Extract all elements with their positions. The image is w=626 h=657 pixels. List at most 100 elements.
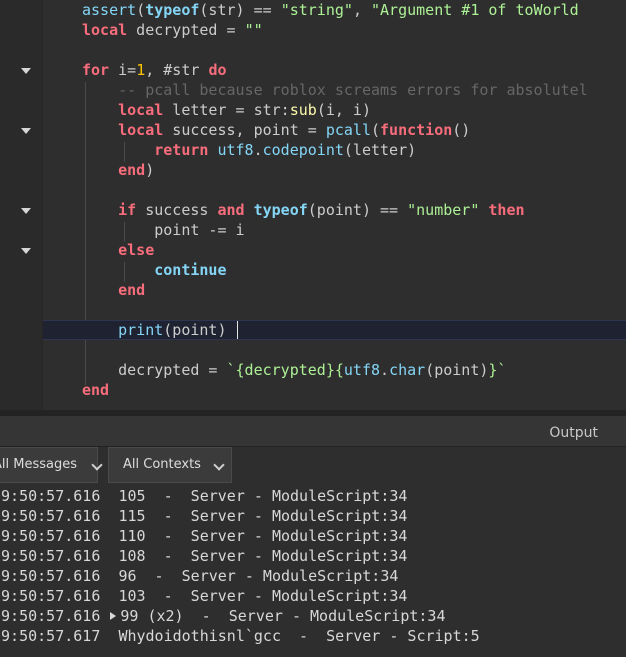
code-token: end — [82, 381, 110, 399]
code-token: typeof — [253, 201, 308, 219]
code-token: do — [208, 61, 227, 79]
log-timestamp: 09:50:57.616 — [0, 587, 101, 605]
output-log-entry[interactable]: 09:50:57.616 96 - Server - ModuleScript:… — [0, 566, 398, 586]
code-token: pcall — [325, 121, 371, 139]
code-line[interactable]: for i=1, #str do — [82, 60, 227, 80]
code-token: success, point = — [163, 121, 326, 139]
log-message: 110 - Server - ModuleScript:34 — [118, 527, 408, 545]
expand-triangle-right-icon[interactable] — [110, 612, 117, 620]
code-token: (letter) — [343, 141, 417, 159]
script-editor[interactable]: assert(typeof(str) == "string", "Argumen… — [0, 0, 626, 410]
log-timestamp: 09:50:57.616 — [0, 607, 101, 625]
code-token: utf8 — [343, 361, 381, 379]
output-log-entry[interactable]: 09:50:57.616 99 (x2) - Server - ModuleScr… — [0, 606, 445, 626]
code-token: decrypted = — [82, 361, 227, 379]
code-token: ( — [136, 1, 146, 19]
code-token: , — [352, 1, 371, 19]
output-log-entry[interactable]: 09:50:57.616 115 - Server - ModuleScript… — [0, 506, 407, 526]
code-line[interactable]: local letter = str:sub(i, i) — [82, 100, 371, 120]
code-token: if — [118, 201, 137, 219]
code-line[interactable]: continue — [82, 260, 227, 280]
code-token: assert — [82, 1, 137, 19]
text-cursor — [237, 321, 238, 339]
output-log-entry[interactable]: 09:50:57.617 Whydoidothisnl`gcc - Server… — [0, 626, 480, 646]
log-timestamp: 09:50:57.616 — [0, 547, 101, 565]
code-token: end — [118, 281, 146, 299]
code-line[interactable]: decrypted = `{decrypted}{utf8.char(point… — [82, 360, 506, 380]
contexts-filter-label: All Contexts — [123, 457, 201, 472]
messages-filter-label: All Messages — [0, 457, 77, 472]
code-token: `{decrypted}{ — [226, 361, 344, 379]
code-line[interactable]: -- pcall because roblox screams errors f… — [82, 80, 588, 100]
fold-triangle-down-icon[interactable] — [21, 68, 31, 74]
code-token: local — [82, 21, 128, 39]
log-message: Whydoidothisnl`gcc - Server - Script:5 — [118, 627, 480, 645]
contexts-filter-dropdown[interactable]: All Contexts — [108, 447, 232, 483]
code-line[interactable]: end — [82, 280, 145, 300]
code-line[interactable]: assert(typeof(str) == "string", "Argumen… — [82, 0, 579, 20]
code-line[interactable]: end) — [82, 160, 154, 180]
log-timestamp: 09:50:57.616 — [0, 567, 101, 585]
chevron-down-icon — [213, 459, 225, 471]
code-token: "string" — [280, 1, 353, 19]
code-line[interactable]: end — [82, 380, 109, 400]
code-line[interactable]: return utf8.codepoint(letter) — [82, 140, 416, 160]
code-token: continue — [154, 261, 227, 279]
code-line[interactable]: if success and typeof(point) == "number"… — [82, 200, 525, 220]
output-log-entry[interactable]: 09:50:57.616 110 - Server - ModuleScript… — [0, 526, 407, 546]
code-token: (point) == — [307, 201, 408, 219]
code-token: -- pcall because roblox screams errors f… — [82, 81, 588, 99]
output-log-entry[interactable]: 09:50:57.616 108 - Server - ModuleScript… — [0, 546, 407, 566]
code-token: }` — [488, 361, 507, 379]
code-token: ( — [371, 121, 381, 139]
code-token: for — [82, 61, 110, 79]
code-token: print — [118, 321, 164, 339]
code-token: ) — [145, 161, 155, 179]
code-token: point -= i — [82, 221, 245, 239]
fold-triangle-down-icon[interactable] — [21, 248, 31, 254]
code-token: char — [389, 361, 426, 379]
messages-filter-dropdown[interactable]: All Messages — [0, 447, 103, 483]
code-token: return — [154, 141, 209, 159]
log-timestamp: 09:50:57.617 — [0, 627, 101, 645]
code-line[interactable]: local success, point = pcall(function() — [82, 120, 470, 140]
code-line[interactable]: point -= i — [82, 220, 245, 240]
code-token: (str) == — [199, 1, 281, 19]
code-line[interactable]: print(point) — [82, 320, 227, 340]
code-token: (point) — [425, 361, 489, 379]
chevron-down-icon — [91, 459, 103, 471]
output-title: Output — [549, 425, 598, 441]
output-log-entry[interactable]: 09:50:57.616 105 - Server - ModuleScript… — [0, 486, 407, 506]
log-message: 115 - Server - ModuleScript:34 — [118, 507, 408, 525]
code-token: "Argument #1 of toWorld — [371, 1, 579, 19]
log-message: 99 (x2) - Server - ModuleScript:34 — [120, 607, 446, 625]
code-token: local — [118, 101, 164, 119]
code-token: "number" — [407, 201, 480, 219]
code-line[interactable]: local decrypted = "" — [82, 20, 263, 40]
log-message: 103 - Server - ModuleScript:34 — [118, 587, 408, 605]
output-header: Output — [0, 416, 626, 447]
code-token: utf8 — [217, 141, 254, 159]
code-token: and — [217, 201, 245, 219]
code-token: decrypted = — [127, 21, 245, 39]
code-token: then — [488, 201, 525, 219]
code-token: success — [136, 201, 218, 219]
fold-triangle-down-icon[interactable] — [21, 128, 31, 134]
code-line[interactable]: else — [82, 240, 154, 260]
code-token: 1 — [136, 61, 146, 79]
log-message: 105 - Server - ModuleScript:34 — [118, 487, 408, 505]
code-token: (i, i) — [316, 101, 371, 119]
code-token: (point) — [163, 321, 227, 339]
code-token: i= — [109, 61, 137, 79]
fold-triangle-down-icon[interactable] — [21, 208, 31, 214]
log-message: 108 - Server - ModuleScript:34 — [118, 547, 408, 565]
output-log-entry[interactable]: 09:50:57.616 103 - Server - ModuleScript… — [0, 586, 407, 606]
code-token: local — [118, 121, 164, 139]
